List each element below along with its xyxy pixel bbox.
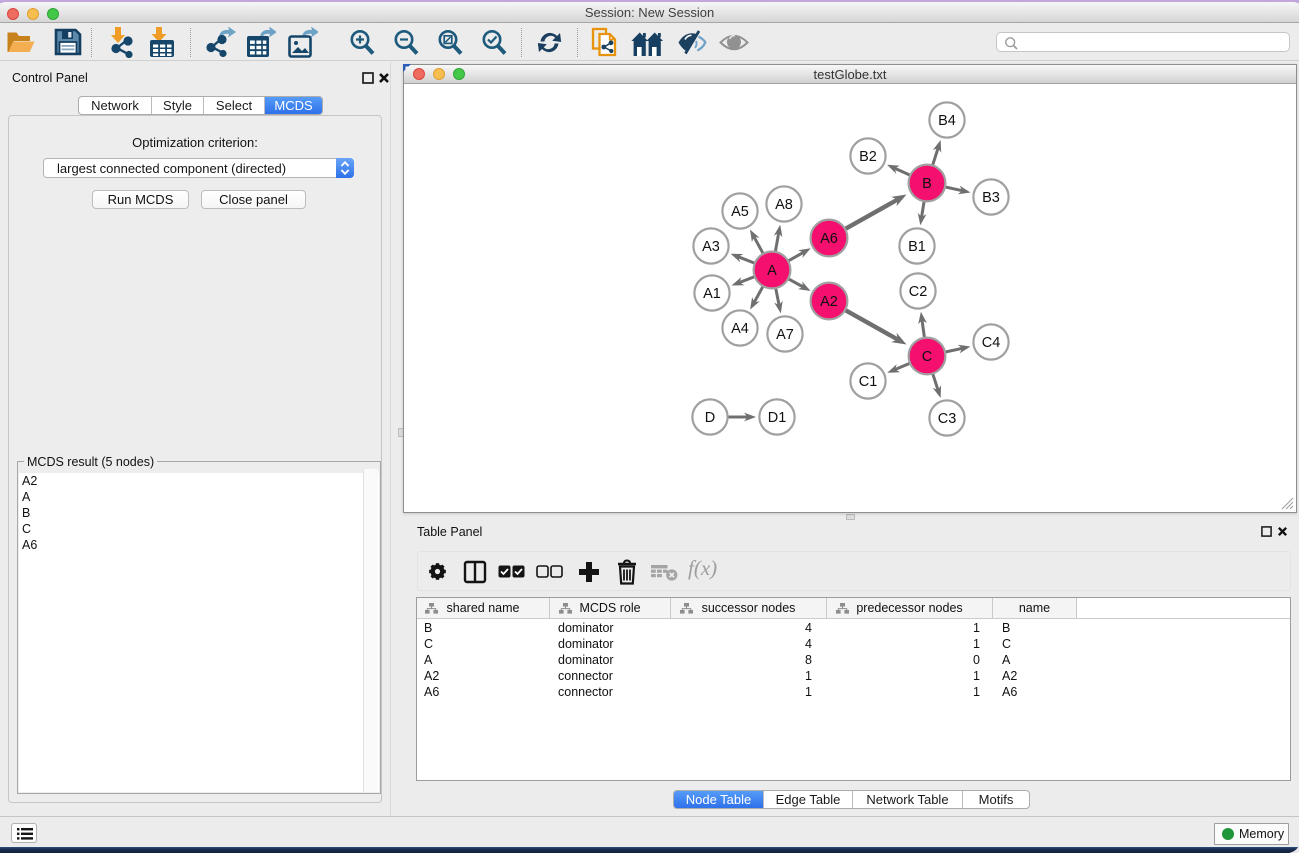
svg-text:C2: C2	[909, 284, 928, 300]
svg-text:B: B	[922, 176, 932, 192]
svg-text:B2: B2	[859, 149, 877, 165]
svg-text:D1: D1	[768, 410, 787, 426]
svg-text:A3: A3	[702, 239, 720, 255]
svg-text:B4: B4	[938, 113, 956, 129]
svg-text:B3: B3	[982, 190, 1000, 206]
svg-text:A: A	[767, 263, 777, 279]
svg-text:B1: B1	[908, 239, 926, 255]
svg-text:A6: A6	[820, 231, 838, 247]
svg-text:D: D	[705, 410, 715, 426]
svg-text:C: C	[922, 349, 932, 365]
svg-text:A8: A8	[775, 197, 793, 213]
svg-text:A4: A4	[731, 321, 749, 337]
svg-text:C3: C3	[938, 411, 957, 427]
svg-text:C4: C4	[982, 335, 1001, 351]
svg-text:A5: A5	[731, 204, 749, 220]
svg-text:A1: A1	[703, 286, 721, 302]
svg-text:C1: C1	[859, 374, 878, 390]
svg-text:A7: A7	[776, 327, 794, 343]
svg-text:A2: A2	[820, 294, 838, 310]
